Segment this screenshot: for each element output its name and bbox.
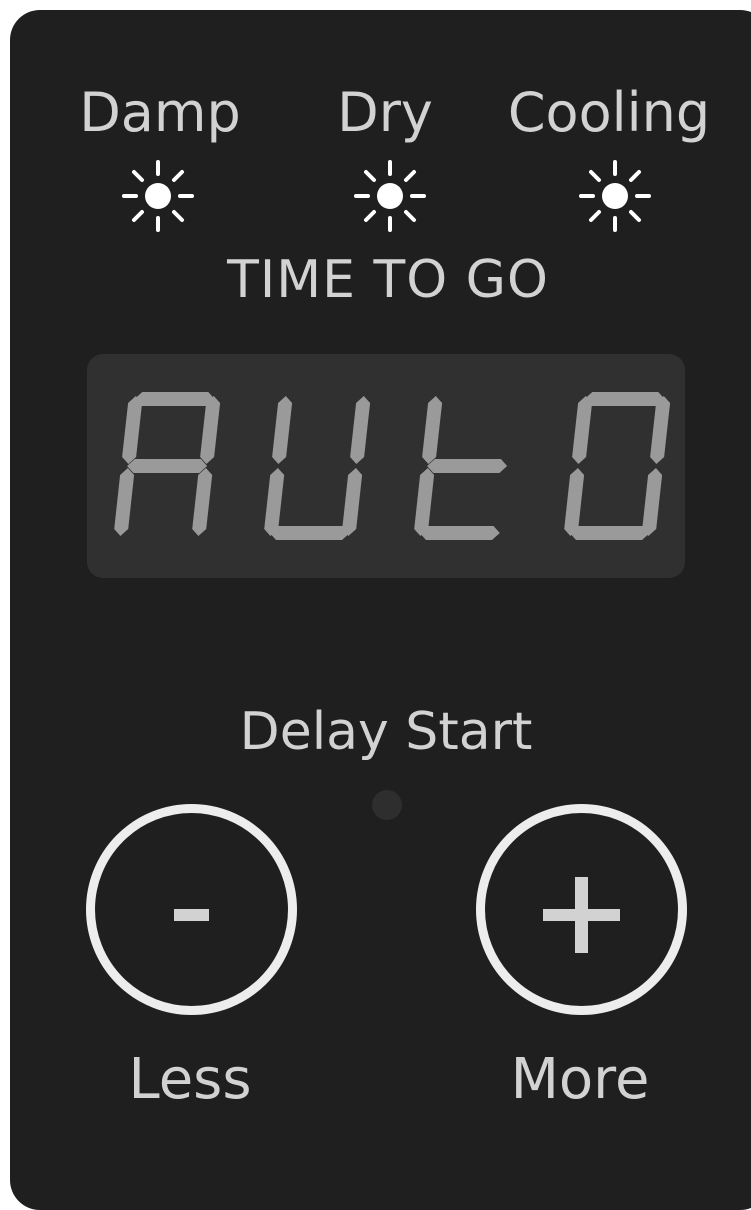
- status-label-cooling: Cooling: [507, 81, 711, 144]
- display-segment: [134, 392, 215, 406]
- display-segment: [584, 392, 665, 406]
- display-segment: [192, 468, 213, 536]
- display-segment: [269, 526, 350, 540]
- display-segment: [200, 396, 221, 464]
- display-segment: [264, 468, 285, 536]
- display-segment: [572, 396, 593, 464]
- display-segment: [114, 468, 135, 536]
- sun-icon: [579, 160, 651, 232]
- display-segment: [272, 396, 293, 464]
- display-segment: [642, 468, 663, 536]
- delay-start-label: Delay Start: [239, 702, 533, 762]
- plus-icon: [543, 877, 620, 953]
- display-readout: [114, 392, 671, 540]
- less-label: Less: [128, 1047, 252, 1112]
- display-segment: [414, 468, 435, 536]
- delay-start-indicator: [372, 790, 402, 820]
- sun-icon: [354, 160, 426, 232]
- display-segment: [342, 468, 363, 536]
- display-segment: [127, 459, 208, 473]
- display-title: TIME TO GO: [227, 250, 549, 310]
- display-segment: [350, 396, 371, 464]
- status-label-damp: Damp: [79, 81, 241, 144]
- display-segment: [569, 526, 650, 540]
- minus-icon: [174, 909, 209, 921]
- display-segment: [427, 459, 508, 473]
- status-label-dry: Dry: [337, 81, 433, 144]
- less-button[interactable]: [86, 804, 297, 1015]
- display-segment: [564, 468, 585, 536]
- display-segment: [419, 526, 500, 540]
- seven-segment-display: [87, 354, 685, 578]
- sun-icon: [122, 160, 194, 232]
- display-segment: [422, 396, 443, 464]
- more-label: More: [510, 1047, 650, 1112]
- more-button[interactable]: [476, 804, 687, 1015]
- display-segment: [122, 396, 143, 464]
- display-segment: [650, 396, 671, 464]
